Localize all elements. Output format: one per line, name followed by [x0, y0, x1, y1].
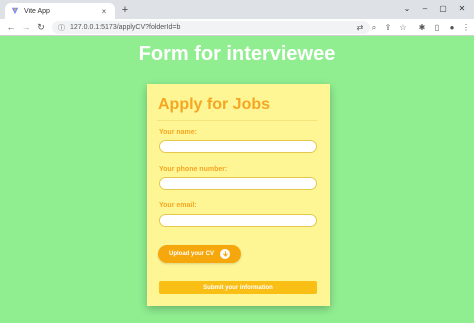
phone-input[interactable] [159, 177, 317, 190]
application-form-card: Apply for Jobs Your name: Your phone num… [147, 84, 330, 306]
upload-cv-label: Upload your CV [168, 251, 214, 257]
browser-tab[interactable]: Vite App × [5, 3, 115, 19]
tab-close-icon[interactable]: × [99, 7, 109, 16]
info-icon[interactable]: ⓘ [58, 23, 65, 33]
address-bar[interactable]: ⓘ 127.0.0.1:5173/applyCV?folderId=b [52, 21, 370, 34]
zoom-icon[interactable]: ⌕ [368, 22, 380, 33]
url-text[interactable]: 127.0.0.1:5173/applyCV?folderId=b [70, 24, 180, 31]
phone-label: Your phone number: [159, 166, 228, 173]
forward-arrow-icon[interactable]: → [20, 22, 32, 33]
kebab-menu-icon[interactable]: ⋮ [460, 22, 472, 33]
star-icon[interactable]: ☆ [397, 22, 409, 33]
email-label: Your email: [159, 202, 197, 209]
profile-icon[interactable]: ● [446, 22, 458, 33]
new-tab-icon[interactable]: + [119, 4, 131, 16]
name-label: Your name: [159, 129, 197, 136]
close-window-icon[interactable]: ✕ [455, 3, 469, 15]
back-arrow-icon[interactable]: ← [5, 22, 17, 33]
translate-icon[interactable]: ⇄ [354, 22, 366, 33]
minimize-icon[interactable]: – [418, 3, 432, 15]
tab-title: Vite App [24, 7, 50, 15]
title-divider [157, 120, 317, 121]
name-input[interactable] [159, 140, 317, 153]
page-title: Form for interviewee [138, 43, 336, 65]
email-input[interactable] [159, 214, 317, 227]
maximize-icon[interactable]: ▢ [436, 3, 450, 15]
browser-tab-bar: Vite App × + ⌄ – ▢ ✕ [0, 0, 474, 19]
browser-toolbar: ← → ↻ ⓘ 127.0.0.1:5173/applyCV?folderId=… [0, 19, 474, 36]
vite-logo-icon [11, 7, 19, 15]
upload-cv-button[interactable]: Upload your CV [158, 245, 241, 263]
download-icon [220, 249, 230, 259]
share-icon[interactable]: ⇪ [382, 22, 394, 33]
tab-search-icon[interactable]: ⌄ [400, 3, 414, 15]
form-title: Apply for Jobs [158, 96, 271, 113]
puzzle-icon[interactable]: ✱ [416, 22, 428, 33]
submit-button[interactable]: Submit your information [159, 281, 317, 294]
reload-icon[interactable]: ↻ [35, 22, 47, 33]
sidepanel-icon[interactable]: ▯ [431, 22, 443, 33]
